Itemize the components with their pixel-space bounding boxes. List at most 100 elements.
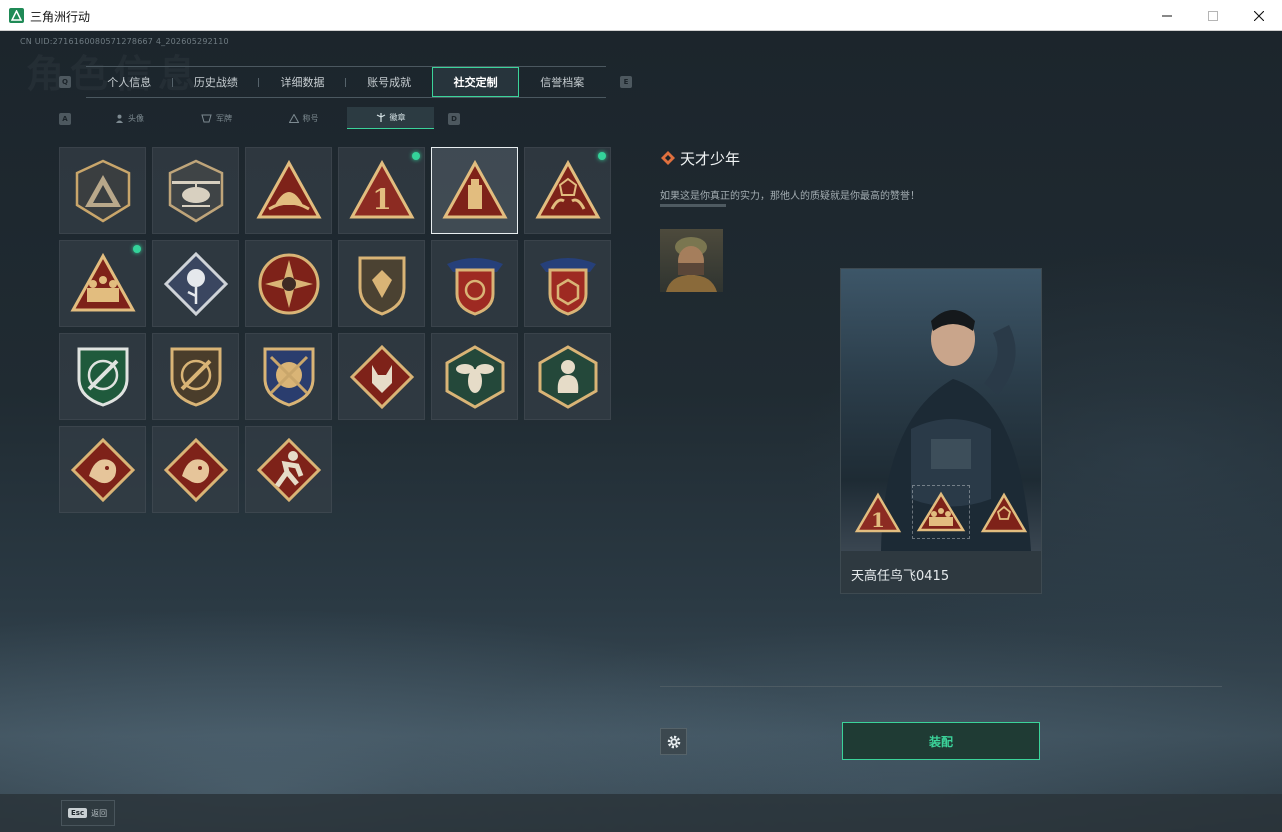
badge-slot[interactable] <box>59 333 146 420</box>
badge-slot[interactable]: 1 <box>338 147 425 234</box>
subtab-label: 头像 <box>128 113 144 123</box>
badge-slot[interactable] <box>245 426 332 513</box>
badge-slot[interactable] <box>524 147 611 234</box>
dome-triangle-badge-icon <box>256 159 322 219</box>
hands-triangle-badge-icon <box>535 159 601 219</box>
tab-personal-info[interactable]: 个人信息 <box>86 67 173 97</box>
settings-button[interactable] <box>660 728 687 755</box>
monkey-hexagon-badge-icon <box>538 345 598 409</box>
new-indicator <box>133 245 141 253</box>
usb-triangle-badge-icon <box>442 159 508 219</box>
main-tab-bar: 个人信息 历史战绩 详细数据 账号成就 社交定制 信誉档案 <box>86 66 606 98</box>
runner-diamond-badge-icon <box>256 437 322 503</box>
maximize-button[interactable] <box>1190 0 1236 31</box>
minimize-button[interactable] <box>1144 0 1190 31</box>
tab-detailed-stats[interactable]: 详细数据 <box>259 67 346 97</box>
uid-label: CN UID:2716160080571278667 4_20260529211… <box>20 37 229 46</box>
green-rifle-crest-badge-icon <box>77 347 129 407</box>
prev-tab-key-hint[interactable]: Q <box>59 76 71 88</box>
player-name: 天高任鸟飞0415 <box>851 569 950 584</box>
badge-name: 天才少年 <box>680 150 741 168</box>
eagle-shield-cube-badge-icon <box>540 258 596 316</box>
badge-slot[interactable] <box>152 426 239 513</box>
badge-slot[interactable] <box>338 333 425 420</box>
sub-tab-bar: 头像 军牌 称号 徽章 <box>86 107 434 129</box>
subtab-badge[interactable]: 徽章 <box>347 107 434 129</box>
shield-emblem-badge-icon <box>358 256 406 316</box>
badge-slot[interactable] <box>59 147 146 234</box>
card-badge-slot-3 <box>975 485 1033 539</box>
badge-slot[interactable] <box>524 240 611 327</box>
badge-slot[interactable] <box>431 240 518 327</box>
badge-description: 如果这是你真正的实力，那他人的质疑就是你最高的赞誉！ <box>660 191 920 202</box>
badge-slot[interactable] <box>431 333 518 420</box>
number-one-triangle-badge-icon: 1 <box>349 159 415 219</box>
new-indicator <box>412 152 420 160</box>
player-card-preview: 1 天高任鸟飞0415 <box>840 268 1042 594</box>
close-icon <box>1254 10 1264 21</box>
eagle-shield-red-badge-icon <box>447 258 503 316</box>
card-badge-slot-2 <box>912 485 970 539</box>
badge-slot[interactable] <box>59 240 146 327</box>
minimize-icon <box>1162 15 1172 16</box>
equip-button[interactable]: 装配 <box>842 722 1040 760</box>
maximize-icon <box>1208 10 1218 21</box>
subtab-title[interactable]: 称号 <box>260 107 347 129</box>
badge-slot[interactable] <box>245 147 332 234</box>
divider <box>660 686 1222 687</box>
badge-slot[interactable] <box>245 333 332 420</box>
svg-text:1: 1 <box>372 183 391 216</box>
compass-star-badge-icon <box>258 253 320 315</box>
badge-slot[interactable] <box>338 240 425 327</box>
triangle-mountain-badge-icon <box>75 159 131 223</box>
svg-text:1: 1 <box>871 508 885 532</box>
tab-match-history[interactable]: 历史战绩 <box>173 67 260 97</box>
tab-achievements[interactable]: 账号成就 <box>346 67 433 97</box>
tab-social-custom[interactable]: 社交定制 <box>432 67 519 97</box>
badge-slot[interactable] <box>152 147 239 234</box>
prev-subtab-key-hint[interactable]: A <box>59 113 71 125</box>
title-icon <box>288 113 299 123</box>
rifle-circle-badge-icon <box>170 347 222 407</box>
dragon-diamond-badge-icon <box>70 437 136 503</box>
subtab-label: 军牌 <box>216 113 232 123</box>
new-indicator <box>598 152 606 160</box>
badge-icon <box>376 113 385 122</box>
squad-triangle-badge-icon <box>916 491 966 532</box>
badge-slot[interactable] <box>431 147 518 234</box>
game-viewport: 角色信息 CN UID:2716160080571278667 4_202605… <box>0 31 1282 832</box>
card-badge-slot-1: 1 <box>849 485 907 539</box>
badge-slot[interactable] <box>152 333 239 420</box>
window-title: 三角洲行动 <box>30 10 91 24</box>
card-name-bar: 天高任鸟飞0415 <box>841 551 1041 593</box>
next-subtab-key-hint[interactable]: D <box>448 113 460 125</box>
rose-diamond-badge-icon <box>163 251 229 317</box>
badge-category-icon <box>661 151 675 165</box>
back-label: 返回 <box>91 808 108 818</box>
badge-slot[interactable] <box>152 240 239 327</box>
subtab-label: 徽章 <box>389 113 406 122</box>
hornet-hexagon-badge-icon <box>445 345 505 409</box>
subtab-label: 称号 <box>302 113 319 123</box>
dragon-diamond-2-badge-icon <box>163 437 229 503</box>
badge-slot[interactable] <box>59 426 146 513</box>
helicopter-badge-icon <box>168 159 224 223</box>
badge-slot[interactable] <box>245 240 332 327</box>
crossed-blades-crest-badge-icon <box>263 347 315 407</box>
close-button[interactable] <box>1236 0 1282 31</box>
badge-slot[interactable] <box>524 333 611 420</box>
description-progress-bar <box>660 204 726 207</box>
footer-bar: Esc 返回 <box>0 794 1282 832</box>
tab-credit-profile[interactable]: 信誉档案 <box>519 67 606 97</box>
next-tab-key-hint[interactable]: E <box>620 76 632 88</box>
wolf-diamond-badge-icon <box>349 344 415 410</box>
subtab-dogtag[interactable]: 军牌 <box>173 107 260 129</box>
back-button[interactable]: Esc 返回 <box>61 800 115 826</box>
hands-triangle-badge-icon <box>980 492 1028 533</box>
subtab-avatar[interactable]: 头像 <box>86 107 173 129</box>
number-one-triangle-badge-icon: 1 <box>854 492 902 533</box>
app-logo-icon <box>9 8 24 23</box>
avatar <box>660 229 723 292</box>
squad-triangle-badge-icon <box>70 252 136 312</box>
window-titlebar: 三角洲行动 <box>0 0 1282 31</box>
